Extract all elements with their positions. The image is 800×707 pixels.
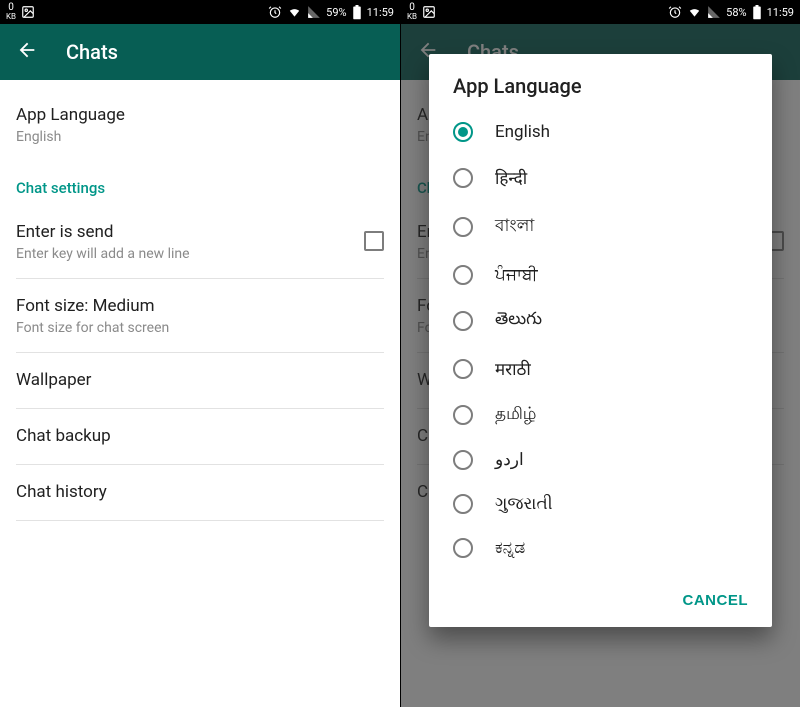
language-option-label: मराठी — [495, 357, 531, 380]
wifi-icon — [687, 5, 702, 19]
setting-title: Enter is send — [16, 221, 190, 244]
language-option[interactable]: தமிழ் — [429, 392, 772, 438]
chat-history-setting[interactable]: Chat history — [0, 465, 400, 520]
language-option[interactable]: తెలుగు — [429, 297, 772, 345]
wallpaper-setting[interactable]: Wallpaper — [0, 353, 400, 408]
dialog-title: App Language — [429, 54, 772, 106]
language-option-label: தமிழ் — [495, 404, 537, 426]
language-option[interactable]: हिन्दी — [429, 154, 772, 201]
radio-unselected-icon — [453, 405, 473, 425]
signal-icon — [707, 5, 721, 19]
battery-icon — [752, 5, 762, 20]
phone-right: 0 KB 58% 11:59 — [400, 0, 800, 707]
setting-subtitle: Enter key will add a new line — [16, 246, 190, 262]
battery-percent: 58% — [726, 6, 746, 19]
clock-text: 11:59 — [367, 6, 394, 19]
app-language-dialog: App Language English हिन्दी বাংলা ਪੰਜਾਬੀ తెల… — [429, 54, 772, 627]
checkbox-unchecked[interactable] — [364, 231, 384, 251]
settings-list: App Language English Chat settings Enter… — [0, 80, 400, 521]
radio-unselected-icon — [453, 538, 473, 558]
wifi-icon — [287, 5, 302, 19]
action-bar-title: Chats — [66, 40, 118, 64]
clock-text: 11:59 — [767, 6, 794, 19]
app-language-setting[interactable]: App Language English — [0, 88, 400, 161]
radio-unselected-icon — [453, 494, 473, 514]
language-option[interactable]: English — [429, 110, 772, 154]
phone-left: 0 KB 59% 11:59 — [0, 0, 400, 707]
modal-overlay: App Language English हिन्दी বাংলা ਪੰਜਾਬੀ తెల… — [401, 24, 800, 707]
alarm-icon — [668, 5, 682, 19]
setting-title: Chat history — [16, 481, 384, 504]
radio-unselected-icon — [453, 359, 473, 379]
language-option-label: اردو — [495, 450, 524, 470]
language-option-label: ਪੰਜਾਬੀ — [495, 265, 538, 285]
setting-subtitle: English — [16, 129, 384, 145]
image-icon — [21, 5, 35, 19]
setting-title: Wallpaper — [16, 369, 384, 392]
alarm-icon — [268, 5, 282, 19]
language-option[interactable]: मराठी — [429, 345, 772, 392]
battery-icon — [352, 5, 362, 20]
setting-title: Chat backup — [16, 425, 384, 448]
divider — [16, 520, 384, 521]
language-option-label: English — [495, 122, 550, 142]
section-header-chat-settings: Chat settings — [0, 161, 400, 205]
setting-subtitle: Font size for chat screen — [16, 320, 384, 336]
action-bar: Chats — [0, 24, 400, 80]
language-option[interactable]: ಕನ್ನಡ — [429, 526, 772, 570]
language-option-label: తెలుగు — [495, 309, 542, 333]
chat-backup-setting[interactable]: Chat backup — [0, 409, 400, 464]
language-option-label: ಕನ್ನಡ — [495, 538, 525, 558]
font-size-setting[interactable]: Font size: Medium Font size for chat scr… — [0, 279, 400, 352]
radio-unselected-icon — [453, 265, 473, 285]
language-option[interactable]: বাংলা — [429, 201, 772, 253]
language-option-label: বাংলা — [495, 213, 534, 241]
setting-title: Font size: Medium — [16, 295, 384, 318]
cancel-button[interactable]: CANCEL — [667, 582, 765, 619]
data-usage-indicator: 0 KB — [6, 3, 16, 21]
status-bar: 0 KB 58% 11:59 — [401, 0, 800, 24]
language-list: English हिन्दी বাংলা ਪੰਜਾਬੀ తెలుగు मराठी தமிழ்… — [429, 106, 772, 574]
battery-percent: 59% — [326, 6, 346, 19]
data-usage-indicator: 0 KB — [407, 3, 417, 21]
radio-unselected-icon — [453, 450, 473, 470]
radio-unselected-icon — [453, 311, 473, 331]
radio-selected-icon — [453, 122, 473, 142]
enter-is-send-setting[interactable]: Enter is send Enter key will add a new l… — [0, 205, 400, 278]
back-icon[interactable] — [16, 39, 38, 66]
language-option-label: ગુજરાતી — [495, 494, 553, 514]
language-option[interactable]: ગુજરાતી — [429, 482, 772, 526]
radio-unselected-icon — [453, 168, 473, 188]
setting-title: App Language — [16, 104, 384, 127]
language-option-label: हिन्दी — [495, 166, 527, 189]
language-option[interactable]: اردو — [429, 438, 772, 482]
image-icon — [422, 5, 436, 19]
radio-unselected-icon — [453, 217, 473, 237]
status-bar: 0 KB 59% 11:59 — [0, 0, 400, 24]
signal-icon — [307, 5, 321, 19]
language-option[interactable]: ਪੰਜਾਬੀ — [429, 253, 772, 297]
